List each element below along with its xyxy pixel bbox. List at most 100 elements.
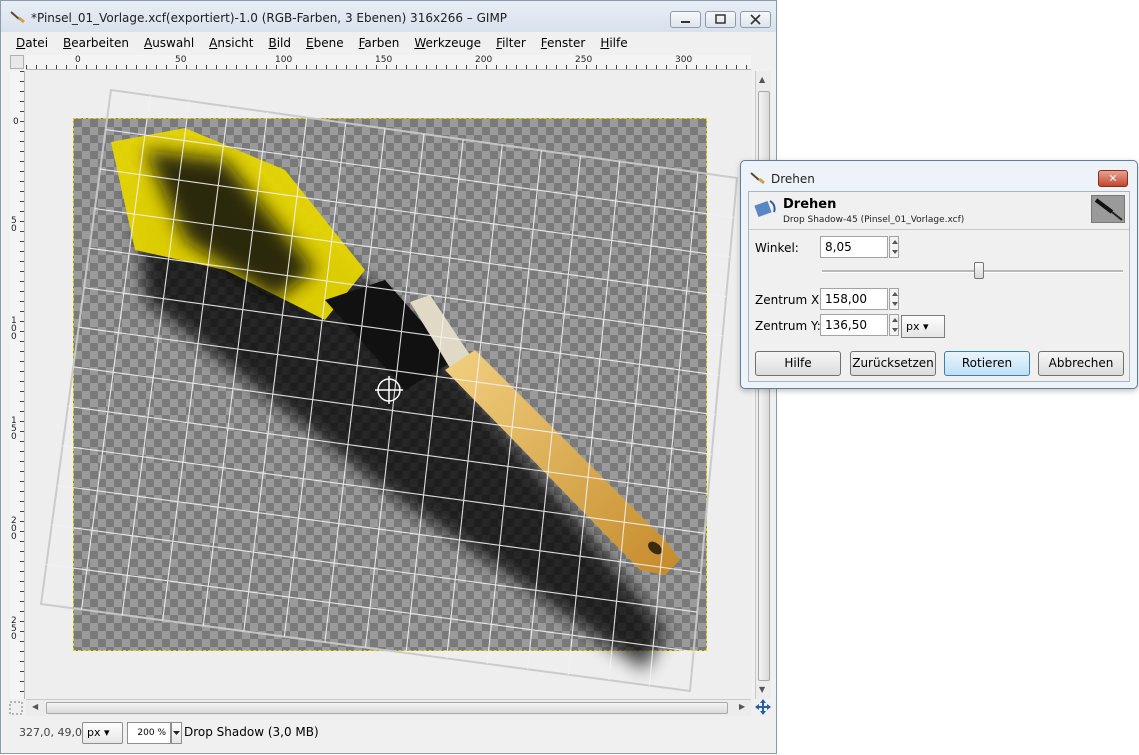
ruler-tick xyxy=(20,301,24,302)
cancel-button-label: Abbrechen xyxy=(1048,356,1114,370)
ruler-tick xyxy=(20,641,24,642)
reset-button[interactable]: Zurücksetzen xyxy=(850,351,936,376)
ruler-tick xyxy=(20,531,24,532)
ruler-tick xyxy=(106,65,107,69)
angle-spin-buttons[interactable] xyxy=(889,236,899,258)
center-y-spin-buttons[interactable] xyxy=(889,314,899,336)
center-unit-selector[interactable]: px ▾ xyxy=(901,315,945,338)
close-button[interactable] xyxy=(740,11,771,28)
zoom-dropdown-button[interactable] xyxy=(171,722,182,744)
ruler-tick xyxy=(20,421,24,422)
image-canvas[interactable] xyxy=(25,70,752,699)
ruler-tick xyxy=(376,65,377,69)
horizontal-scrollbar[interactable]: ◀ ▶ xyxy=(26,699,751,716)
grid-line xyxy=(81,95,151,610)
scroll-down-arrow-icon[interactable]: ▼ xyxy=(759,685,765,694)
ruler-tick xyxy=(466,65,467,69)
menu-datei[interactable]: Datei xyxy=(16,36,48,50)
ruler-tick xyxy=(136,65,137,69)
menu-filter[interactable]: Filter xyxy=(496,36,526,50)
pointer-coordinates: 327,0, 49,0 xyxy=(19,726,82,739)
ruler-tick xyxy=(536,65,537,69)
angle-value: 8,05 xyxy=(825,240,852,254)
ruler-tick xyxy=(20,361,24,362)
rotate-button[interactable]: Rotieren xyxy=(944,351,1030,376)
scroll-left-arrow-icon[interactable]: ◀ xyxy=(32,702,38,711)
help-button[interactable]: Hilfe xyxy=(755,351,841,376)
scroll-up-arrow-icon[interactable]: ▲ xyxy=(759,75,765,84)
ruler-label: 200 xyxy=(475,55,493,65)
ruler-label: 150 xyxy=(375,55,393,65)
unit-value: px xyxy=(87,726,101,739)
angle-input[interactable]: 8,05 xyxy=(820,236,888,258)
gimp-icon xyxy=(10,11,25,24)
ruler-tick xyxy=(20,571,24,572)
ruler-tick xyxy=(706,65,707,69)
cancel-button[interactable]: Abbrechen xyxy=(1038,351,1124,376)
menu-auswahl[interactable]: Auswahl xyxy=(144,36,194,50)
center-x-spin-buttons[interactable] xyxy=(889,288,899,310)
ruler-tick xyxy=(76,65,77,69)
ruler-tick xyxy=(20,271,24,272)
ruler-tick xyxy=(20,561,24,562)
navigate-icon[interactable] xyxy=(755,699,771,715)
horizontal-ruler[interactable]: 0 50 100 150 200 250 300 xyxy=(26,55,751,70)
menu-ansicht[interactable]: Ansicht xyxy=(209,36,253,50)
ruler-tick xyxy=(646,65,647,69)
ruler-label: 250 xyxy=(11,616,17,642)
menu-bild[interactable]: Bild xyxy=(268,36,291,50)
ruler-corner-button[interactable] xyxy=(10,55,24,69)
ruler-tick xyxy=(20,121,24,122)
window-titlebar[interactable]: *Pinsel_01_Vorlage.xcf(exportiert)-1.0 (… xyxy=(1,1,776,32)
ruler-tick xyxy=(546,65,547,69)
maximize-button[interactable] xyxy=(705,11,736,28)
menu-werkzeuge[interactable]: Werkzeuge xyxy=(414,36,481,50)
ruler-tick xyxy=(20,541,24,542)
ruler-tick xyxy=(156,65,157,69)
dialog-content: Drehen Drop Shadow-45 (Pinsel_01_Vorlage… xyxy=(748,191,1130,382)
ruler-tick xyxy=(166,65,167,69)
ruler-tick xyxy=(20,371,24,372)
ruler-tick xyxy=(316,65,317,69)
ruler-tick xyxy=(20,241,24,242)
menu-fenster[interactable]: Fenster xyxy=(541,36,586,50)
angle-slider-handle[interactable] xyxy=(973,262,984,279)
ruler-tick xyxy=(126,65,127,69)
ruler-tick xyxy=(20,311,24,312)
ruler-tick xyxy=(336,65,337,69)
ruler-tick xyxy=(20,321,24,322)
dialog-close-button[interactable]: ✕ xyxy=(1098,170,1128,187)
horizontal-scroll-thumb[interactable] xyxy=(46,702,728,714)
ruler-tick xyxy=(20,461,24,462)
unit-selector[interactable]: px ▾ xyxy=(82,722,123,744)
menu-hilfe[interactable]: Hilfe xyxy=(600,36,627,50)
menu-ebene[interactable]: Ebene xyxy=(306,36,344,50)
quick-mask-icon[interactable] xyxy=(9,701,23,715)
ruler-tick xyxy=(426,65,427,69)
ruler-tick xyxy=(20,151,24,152)
center-x-value: 158,00 xyxy=(825,292,867,306)
ruler-tick xyxy=(526,65,527,69)
ruler-tick xyxy=(20,581,24,582)
ruler-tick xyxy=(86,65,87,69)
zoom-input[interactable]: 200 % xyxy=(127,722,171,744)
ruler-tick xyxy=(20,71,24,72)
reset-button-label: Zurücksetzen xyxy=(852,356,934,370)
close-icon: ✕ xyxy=(1108,172,1118,185)
ruler-tick xyxy=(246,65,247,69)
ruler-tick xyxy=(20,441,24,442)
ruler-tick xyxy=(20,601,24,602)
ruler-label: 100 xyxy=(275,55,293,65)
ruler-label: 0 xyxy=(13,117,19,127)
rotate-dialog: Drehen ✕ Drehen Drop Shadow-45 (Pinsel_0… xyxy=(740,160,1138,389)
scroll-right-arrow-icon[interactable]: ▶ xyxy=(739,702,745,711)
ruler-tick xyxy=(20,231,24,232)
center-y-input[interactable]: 136,50 xyxy=(820,314,888,336)
ruler-tick xyxy=(20,91,24,92)
angle-slider-track[interactable] xyxy=(822,270,1123,273)
menu-farben[interactable]: Farben xyxy=(359,36,400,50)
center-x-input[interactable]: 158,00 xyxy=(820,288,888,310)
minimize-button[interactable] xyxy=(670,11,701,28)
menu-bearbeiten[interactable]: Bearbeiten xyxy=(63,36,129,50)
vertical-ruler[interactable]: 0 50 100 150 200 250 xyxy=(10,71,25,699)
